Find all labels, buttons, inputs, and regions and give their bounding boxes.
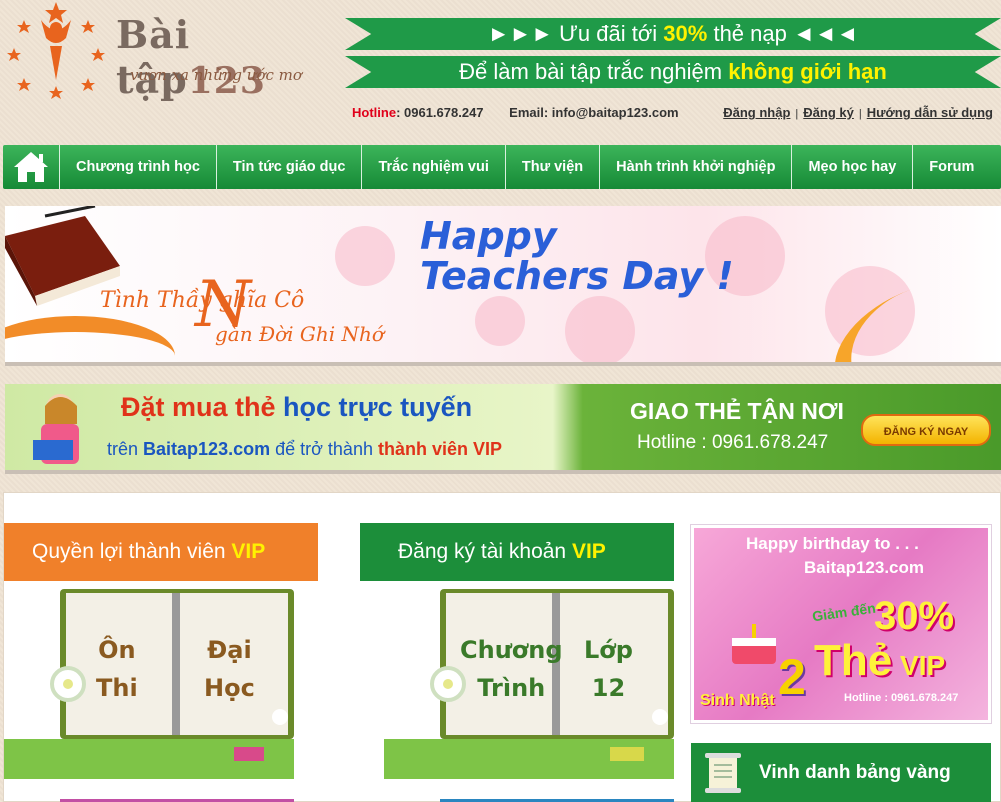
exam-prep-book[interactable]: Ôn Thi Đại Học	[4, 589, 294, 779]
nav-item-curriculum[interactable]: Chương trình học	[60, 145, 217, 189]
swoosh-decoration	[5, 316, 175, 362]
login-link[interactable]: Đăng nhập	[723, 105, 790, 120]
birthday-promo-banner[interactable]: Happy birthday to . . . Baitap123.com Gi…	[691, 525, 991, 723]
auth-links: Đăng nhập | Đăng ký | Hướng dẫn sử dụng	[723, 105, 993, 120]
grade12-book[interactable]: Chương Trình Lớp 12	[384, 589, 674, 779]
register-link[interactable]: Đăng ký	[803, 105, 854, 120]
logo-figure-icon	[7, 2, 105, 99]
vip-card-banner[interactable]: Đặt mua thẻ học trực tuyến trên Baitap12…	[5, 384, 1001, 474]
student-girl-icon	[33, 394, 79, 464]
content-panel: Quyền lợi thành viên VIP Đăng ký tài kho…	[3, 492, 1001, 802]
register-now-button[interactable]: ĐĂNG KÝ NGAY	[861, 414, 991, 446]
teachers-day-title: Happy Teachers Day !	[420, 214, 734, 298]
teachers-day-subtitle-1: Tình Thầy ghĩa Cô	[100, 288, 305, 313]
vip-benefits-header[interactable]: Quyền lợi thành viên VIP	[4, 523, 318, 581]
teachers-day-subtitle-2: gàn Đời Ghi Nhớ	[215, 322, 384, 346]
guide-link[interactable]: Hướng dẫn sử dụng	[867, 105, 993, 120]
teachers-day-banner[interactable]: Happy Teachers Day ! N Tình Thầy ghĩa Cô…	[5, 206, 1001, 366]
birthday-discount-label: Giảm đến	[811, 599, 877, 625]
nav-item-library[interactable]: Thư viện	[506, 145, 601, 189]
birthday-vip-card: Thẻ VIP	[814, 636, 946, 685]
site-logo[interactable]: Bài tập123 vươn xa những ước mơ	[6, 0, 326, 102]
nav-item-education-news[interactable]: Tin tức giáo dục	[217, 145, 363, 189]
nav-item-forum[interactable]: Forum	[913, 145, 990, 189]
logo-name: Bài tập123	[116, 12, 266, 102]
email-text: Email: info@baitap123.com	[509, 105, 679, 120]
birthday-caption: Sinh Nhật	[700, 692, 775, 709]
home-icon	[14, 152, 48, 182]
promo-line-2: Để làm bài tập trắc nghiệm không giới hạ…	[345, 56, 1001, 88]
vip-banner-subtitle: trên Baitap123.com để trở thành thành vi…	[107, 439, 502, 459]
vip-banner-hotline: Hotline : 0961.678.247	[637, 432, 829, 453]
promo-banner-top[interactable]: ►►► Ưu đãi tới 30% thẻ nạp ◄◄◄ Để làm bà…	[345, 16, 1001, 88]
vip-register-header[interactable]: Đăng ký tài khoản VIP	[360, 523, 674, 581]
nav-item-study-tips[interactable]: Mẹo học hay	[792, 145, 914, 189]
nav-item-startup-journey[interactable]: Hành trình khởi nghiệp	[600, 145, 793, 189]
petal-decoration	[565, 296, 635, 362]
hotline-label: Hotline	[352, 105, 397, 120]
birthday-line-1: Happy birthday to . . .	[746, 534, 919, 553]
petal-decoration	[335, 226, 395, 286]
hotline-value: : 0961.678.247	[396, 105, 484, 120]
book1-left-text: Ôn Thi	[96, 636, 138, 702]
separator: |	[795, 108, 799, 120]
honor-roll-header[interactable]: Vinh danh bảng vàng	[691, 743, 991, 802]
logo-slogan: vươn xa những ước mơ	[130, 66, 302, 84]
nav-home[interactable]	[3, 145, 60, 189]
book2-left-text: Chương Trình	[460, 636, 563, 702]
cake-icon	[732, 624, 776, 664]
birthday-number: 2	[778, 649, 806, 705]
book1-right-text: Đại Học	[204, 636, 255, 702]
nav-item-fun-quiz[interactable]: Trắc nghiệm vui	[362, 145, 506, 189]
birthday-line-2: Baitap123.com	[804, 558, 924, 577]
petal-decoration	[475, 296, 525, 346]
separator: |	[858, 108, 862, 120]
birthday-discount-value: 30%	[874, 594, 955, 638]
contact-info: Hotline: 0961.678.247 Email: info@baitap…	[352, 105, 679, 120]
delivery-text: GIAO THẺ TẬN NƠI	[630, 398, 844, 424]
promo-line-1: ►►► Ưu đãi tới 30% thẻ nạp ◄◄◄	[345, 18, 1001, 50]
birthday-hotline: Hotline : 0961.678.247	[844, 692, 959, 704]
main-nav: Chương trình học Tin tức giáo dục Trắc n…	[3, 145, 1001, 189]
honor-roll-label: Vinh danh bảng vàng	[759, 762, 951, 783]
scroll-icon	[705, 753, 741, 793]
book2-right-text: Lớp 12	[584, 636, 633, 702]
vip-banner-title: Đặt mua thẻ học trực tuyến	[121, 392, 473, 422]
